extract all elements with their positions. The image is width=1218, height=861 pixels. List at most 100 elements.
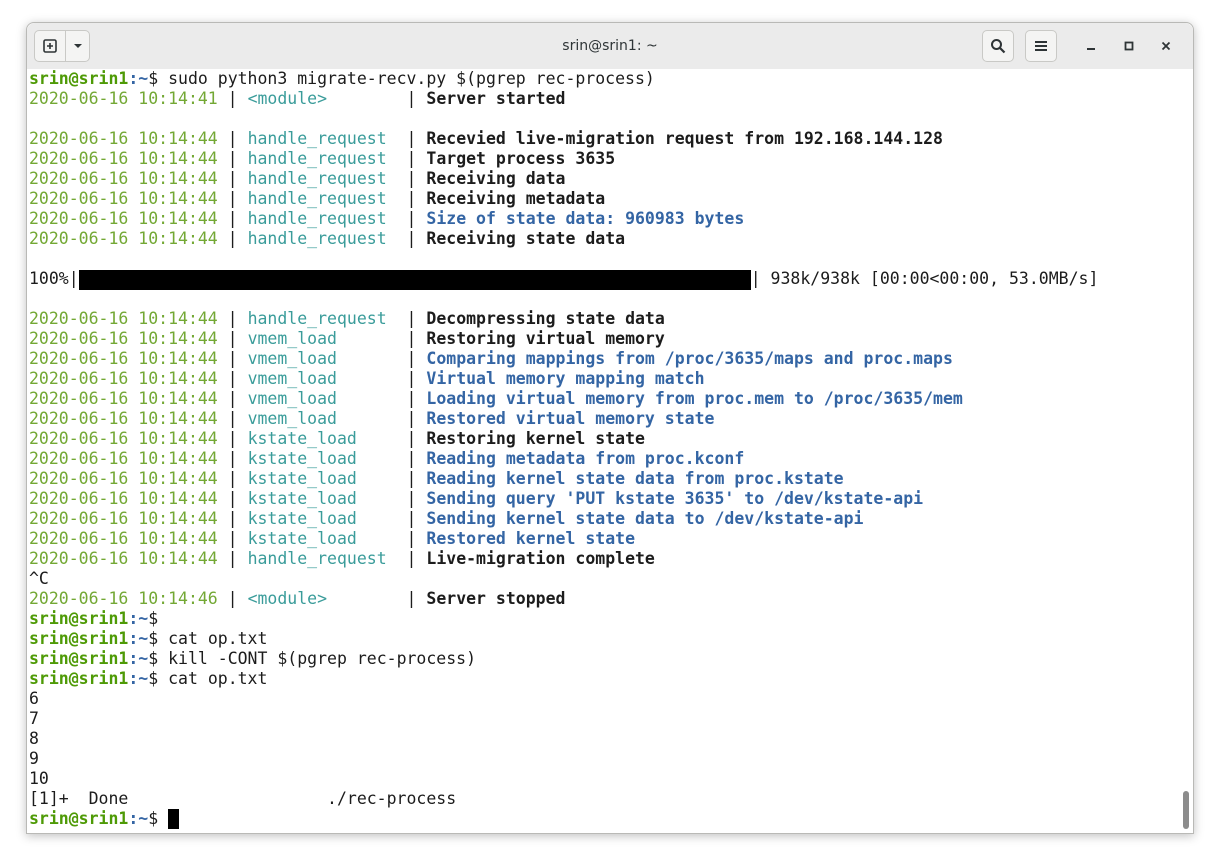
prompt-path: :~ (128, 69, 149, 88)
output-line: 6 (29, 689, 39, 708)
column-separator: | (396, 409, 427, 428)
log-line: 2020-06-16 10:14:44 | kstate_load | Read… (27, 449, 1179, 469)
column-separator: | (396, 369, 427, 388)
log-block: 2020-06-16 10:14:44 | handle_request | D… (27, 309, 1179, 569)
scrollbar-thumb[interactable] (1183, 791, 1189, 829)
log-timestamp: 2020-06-16 10:14:44 (29, 469, 218, 488)
column-separator: | (396, 89, 427, 108)
prompt: srin@srin1 (29, 809, 129, 828)
log-message: Target process 3635 (426, 149, 616, 168)
maximize-button[interactable] (1117, 34, 1141, 58)
log-timestamp: 2020-06-16 10:14:44 (29, 189, 218, 208)
command-line: srin@srin1:~$ kill -CONT $(pgrep rec-pro… (27, 649, 1179, 669)
prompt-path: :~ (128, 649, 149, 668)
command-output: 6 7 8 9 10 (27, 689, 1179, 789)
column-separator: | (217, 469, 248, 488)
column-separator: | (396, 189, 427, 208)
title-bar: srin@srin1: ~ (27, 23, 1193, 70)
prompt-symbol: $ (148, 629, 159, 648)
log-function: handle_request (247, 549, 397, 568)
prompt: srin@srin1 (29, 609, 129, 628)
log-function: kstate_load (247, 449, 397, 468)
log-function: kstate_load (247, 489, 397, 508)
column-separator: | (217, 549, 248, 568)
log-line: 2020-06-16 10:14:44 | handle_request | R… (27, 129, 1179, 149)
log-function: vmem_load (247, 369, 397, 388)
column-separator: | (396, 209, 427, 228)
log-line: 2020-06-16 10:14:44 | kstate_load | Send… (27, 489, 1179, 509)
prompt-symbol: $ (148, 609, 159, 628)
log-timestamp: 2020-06-16 10:14:44 (29, 549, 218, 568)
log-timestamp: 2020-06-16 10:14:44 (29, 129, 218, 148)
prompt-symbol: $ (148, 69, 159, 88)
log-message: Receiving metadata (426, 189, 606, 208)
close-button[interactable] (1154, 34, 1178, 58)
column-separator: | (396, 349, 427, 368)
log-line: 2020-06-16 10:14:44 | handle_request | R… (27, 169, 1179, 189)
log-function: handle_request (247, 169, 397, 188)
log-function: kstate_load (247, 529, 397, 548)
column-separator: | (217, 229, 248, 248)
terminal-output[interactable]: srin@srin1:~$ sudo python3 migrate-recv.… (27, 69, 1179, 833)
log-function: kstate_load (247, 429, 397, 448)
progress-line: 100%| | 938k/938k [00:00<00:00, 53.0MB/s] (27, 269, 1179, 290)
log-timestamp: 2020-06-16 10:14:44 (29, 409, 218, 428)
log-function: kstate_load (247, 469, 397, 488)
column-separator: | (396, 329, 427, 348)
column-separator: | (396, 149, 427, 168)
command-line: srin@srin1:~$ cat op.txt (27, 669, 1179, 689)
log-line: 2020-06-16 10:14:44 | handle_request | R… (27, 229, 1179, 249)
new-tab-button[interactable] (35, 31, 66, 61)
column-separator: | (217, 349, 248, 368)
log-message: Recevied live-migration request from 192… (426, 129, 943, 148)
command-line: srin@srin1:~$ (27, 809, 1179, 829)
log-block: 2020-06-16 10:14:41 | <module> | Server … (27, 89, 1179, 109)
log-line: 2020-06-16 10:14:44 | handle_request | T… (27, 149, 1179, 169)
log-function: vmem_load (247, 389, 397, 408)
scrollbar[interactable] (1179, 69, 1193, 833)
log-timestamp: 2020-06-16 10:14:44 (29, 229, 218, 248)
column-separator: | (217, 329, 248, 348)
prompt-symbol: $ (148, 669, 159, 688)
column-separator: | (396, 549, 427, 568)
menu-button[interactable] (1025, 30, 1057, 62)
log-function: vmem_load (247, 349, 397, 368)
output-line: 10 (29, 769, 49, 788)
log-message: Live-migration complete (426, 549, 655, 568)
column-separator: | (217, 589, 248, 608)
interrupt-line: ^C (29, 569, 49, 588)
column-separator: | (217, 509, 248, 528)
log-line: 2020-06-16 10:14:44 | kstate_load | Rest… (27, 429, 1179, 449)
log-message: Restored kernel state (426, 529, 636, 548)
column-separator: | (217, 389, 248, 408)
log-timestamp: 2020-06-16 10:14:44 (29, 389, 218, 408)
prompt: srin@srin1 (29, 649, 129, 668)
column-separator: | (396, 429, 427, 448)
log-message: Reading metadata from proc.kconf (426, 449, 745, 468)
search-icon (991, 39, 1006, 54)
log-timestamp: 2020-06-16 10:14:44 (29, 349, 218, 368)
column-separator: | (217, 189, 248, 208)
log-function: handle_request (247, 309, 397, 328)
search-button[interactable] (982, 30, 1014, 62)
log-message: Virtual memory mapping match (426, 369, 705, 388)
maximize-icon (1124, 41, 1134, 51)
new-tab-icon (43, 39, 57, 53)
column-separator: | (396, 449, 427, 468)
minimize-button[interactable] (1079, 34, 1103, 58)
log-line: 2020-06-16 10:14:44 | handle_request | L… (27, 549, 1179, 569)
column-separator: | (396, 489, 427, 508)
prompt-path: :~ (128, 809, 149, 828)
column-separator: | (217, 169, 248, 188)
prompt: srin@srin1 (29, 629, 129, 648)
command-text: cat op.txt (158, 669, 268, 688)
log-line: 2020-06-16 10:14:44 | vmem_load | Restor… (27, 409, 1179, 429)
progress-stats: 938k/938k [00:00<00:00, 53.0MB/s] (760, 269, 1099, 288)
log-timestamp: 2020-06-16 10:14:44 (29, 329, 218, 348)
prompt-path: :~ (128, 609, 149, 628)
new-tab-menu-button[interactable] (66, 31, 89, 61)
column-separator: | (217, 429, 248, 448)
log-line: 2020-06-16 10:14:44 | vmem_load | Compar… (27, 349, 1179, 369)
